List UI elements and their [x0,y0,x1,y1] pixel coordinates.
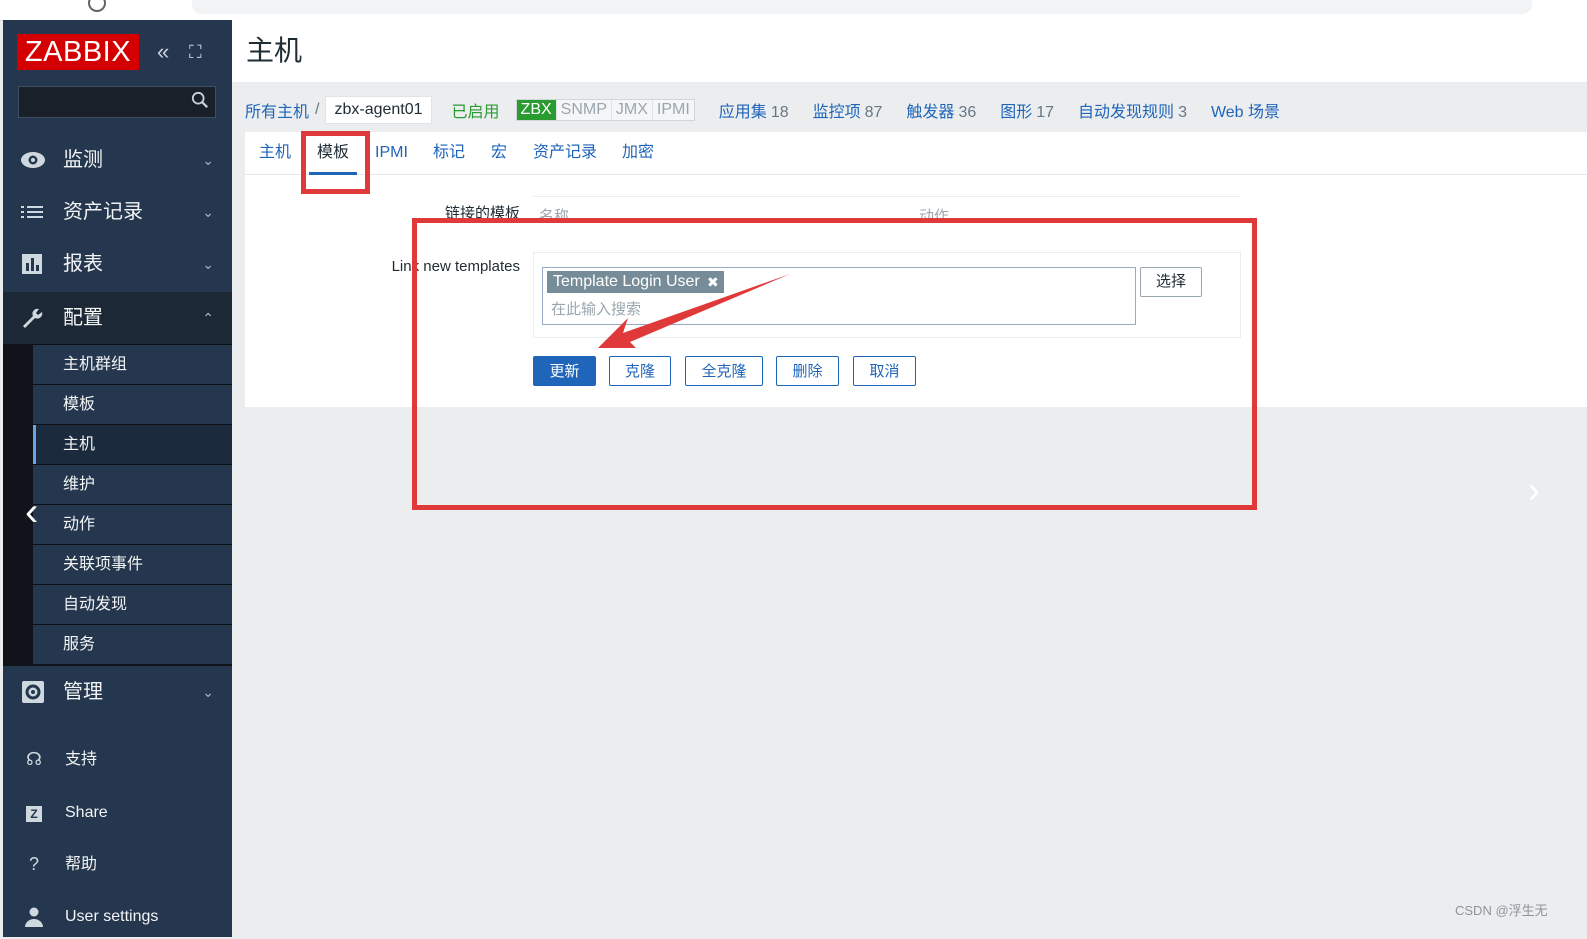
slide-next-icon[interactable]: › [1528,470,1540,510]
annotation-arrow-icon [598,274,790,348]
watermark: CSDN @浮生无 [1455,903,1548,918]
